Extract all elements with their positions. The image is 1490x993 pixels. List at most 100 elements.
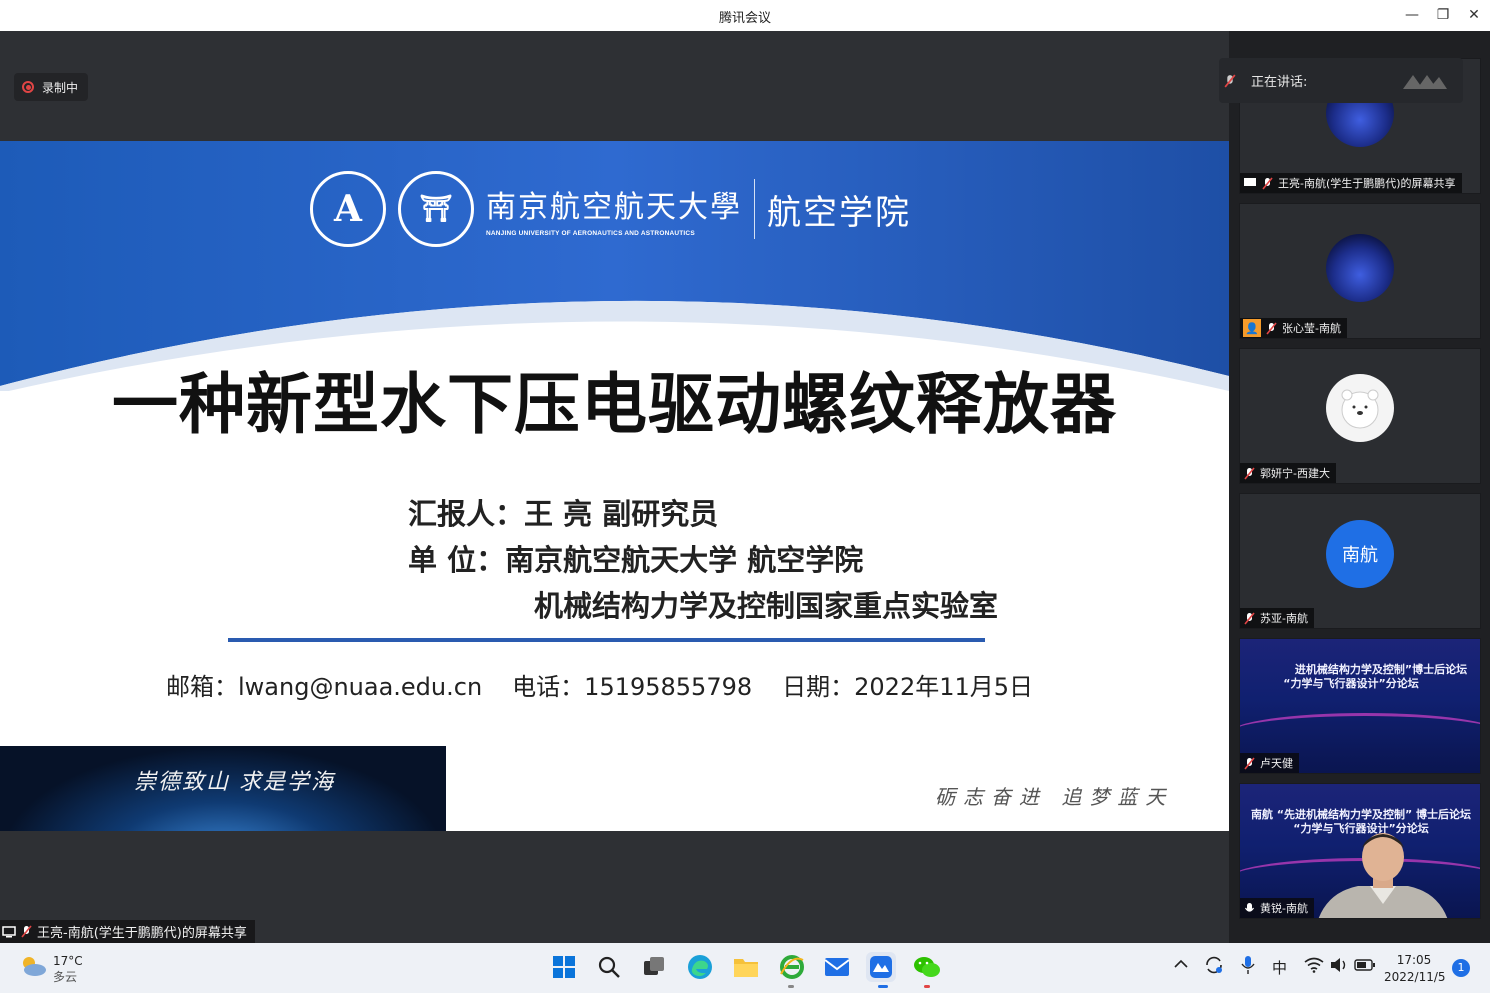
search-icon xyxy=(598,956,620,978)
participant-tile[interactable]: 南航 苏亚-南航 xyxy=(1239,493,1481,629)
text-avatar: 南航 xyxy=(1326,520,1394,588)
title-bar: 腾讯会议 — ❐ ✕ xyxy=(0,0,1490,31)
unit-line: 单 位：南京航空航天大学 航空学院 xyxy=(408,543,864,577)
participant-tile[interactable]: 南航 “先进机械结构力学及控制” 博士后论坛 “力学与飞行器设计”分论坛 黄锐-… xyxy=(1239,783,1481,919)
email-text: 邮箱：lwang@nuaa.edu.cn xyxy=(166,673,483,701)
task-view-button[interactable] xyxy=(639,952,669,982)
screen-share-label: 王亮-南航(学生于鹏鹏代)的屏幕共享 xyxy=(0,920,255,943)
chevron-up-icon xyxy=(1174,959,1188,968)
mic-off-icon xyxy=(21,925,32,938)
university-name-cn: 南京航空航天大學 xyxy=(486,189,742,225)
wechat-button[interactable] xyxy=(912,952,942,982)
poster-line: 进机械结构力学及控制”博士后论坛 xyxy=(1294,663,1468,676)
edge-button[interactable] xyxy=(685,952,715,982)
reporter-info: 汇报人：王 亮 副研究员 单 位：南京航空航天大学 航空学院 机械结构力学及控制… xyxy=(408,491,998,629)
banner-text: 崇德致山 求是学海 xyxy=(134,770,335,795)
search-button[interactable] xyxy=(594,952,624,982)
logo-divider xyxy=(754,179,755,239)
recording-indicator[interactable]: 录制中 xyxy=(14,73,89,101)
mic-off-icon xyxy=(1244,611,1255,625)
contact-info: 邮箱：lwang@nuaa.edu.cn 电话：15195855798 日期：2… xyxy=(166,667,1033,702)
poster-line: “力学与飞行器设计”分论坛 xyxy=(1283,677,1419,690)
date-text: 日期：2022年11月5日 xyxy=(782,673,1034,701)
notification-badge[interactable]: 1 xyxy=(1452,959,1470,977)
lab-line: 机械结构力学及控制国家重点实验室 xyxy=(534,589,999,623)
university-seal-icon: ⛩ xyxy=(398,171,474,247)
weather-icon[interactable] xyxy=(18,954,48,982)
ie-button[interactable] xyxy=(777,952,807,982)
weather-temp: 17°C xyxy=(53,954,83,968)
clock-date: 2022/11/5 xyxy=(1384,970,1446,984)
participant-name: 👤 张心莹-南航 xyxy=(1240,318,1347,338)
running-app-indicator xyxy=(788,985,794,988)
bear-avatar xyxy=(1326,374,1394,442)
mail-button[interactable] xyxy=(822,952,852,982)
start-button[interactable] xyxy=(549,952,579,982)
mic-icon xyxy=(1245,902,1254,912)
screen-share-icon xyxy=(1244,178,1256,186)
edge-icon xyxy=(688,955,712,979)
speaking-label: 正在讲话: xyxy=(1251,75,1308,90)
input-method-indicator[interactable]: 中 xyxy=(1272,957,1287,978)
mic-off-icon xyxy=(1266,321,1277,335)
battery-button[interactable] xyxy=(1354,958,1376,976)
wifi-icon xyxy=(1304,957,1324,973)
phone-text: 电话：15195855798 xyxy=(512,673,753,701)
minimize-button[interactable]: — xyxy=(1400,4,1424,26)
clock-time: 17:05 xyxy=(1396,953,1432,967)
poster-wave xyxy=(1240,713,1480,753)
browser-e-icon xyxy=(780,955,804,979)
weather-widget[interactable]: 17°C 多云 xyxy=(53,953,83,985)
window-title: 腾讯会议 xyxy=(718,11,771,26)
sync-icon xyxy=(1206,956,1222,974)
tencent-meeting-button[interactable] xyxy=(866,952,896,982)
mail-icon xyxy=(824,958,850,976)
participant-tile[interactable]: 郭妍宁-西建大 xyxy=(1239,348,1481,484)
screen-share-icon xyxy=(2,925,16,937)
microphone-icon xyxy=(1241,956,1255,974)
clock[interactable]: 17:05 2022/11/5 xyxy=(1384,952,1446,986)
windows-icon xyxy=(553,956,575,978)
participant-name: 王亮-南航(学生于鹏鹏代)的屏幕共享 xyxy=(1240,173,1462,193)
sync-button[interactable] xyxy=(1204,955,1224,979)
file-explorer-button[interactable] xyxy=(731,952,761,982)
restore-button[interactable]: ❐ xyxy=(1431,4,1455,26)
record-icon xyxy=(22,81,34,93)
bear-icon xyxy=(1341,389,1379,429)
shared-screen-area: 录制中 A ⛩ 南京航空航天大學 NANJING UNIVERSITY OF A… xyxy=(0,31,1229,943)
university-name: 南京航空航天大學 NANJING UNIVERSITY OF AERONAUTI… xyxy=(486,182,742,237)
participant-name: 黄锐-南航 xyxy=(1240,898,1314,918)
mic-off-icon xyxy=(1224,74,1236,87)
battery-icon xyxy=(1354,959,1375,971)
tray-overflow-button[interactable] xyxy=(1173,956,1189,976)
speaking-indicator: 正在讲话: xyxy=(1219,58,1463,103)
participant-name: 苏亚-南航 xyxy=(1240,608,1314,628)
slide-motto: 砺志奋进 追梦蓝天 xyxy=(935,785,1174,809)
presentation-slide: A ⛩ 南京航空航天大學 NANJING UNIVERSITY OF AERON… xyxy=(0,141,1229,831)
mic-off-icon xyxy=(1262,176,1273,190)
microphone-tray-button[interactable] xyxy=(1240,955,1256,979)
school-name: 航空学院 xyxy=(767,192,911,233)
running-app-indicator xyxy=(924,985,930,988)
tencent-meeting-logo-icon xyxy=(1403,74,1447,89)
volume-button[interactable] xyxy=(1329,957,1349,977)
video-thumbnail xyxy=(1326,234,1394,302)
wifi-button[interactable] xyxy=(1304,957,1324,977)
active-app-indicator xyxy=(878,985,888,988)
earth-banner: 崇德致山 求是学海 xyxy=(0,746,446,831)
slide-divider xyxy=(228,638,985,642)
participant-name: 郭妍宁-西建大 xyxy=(1240,463,1336,483)
folder-icon xyxy=(734,959,758,977)
recording-label: 录制中 xyxy=(42,80,79,95)
wechat-icon xyxy=(914,957,940,977)
slide-title: 一种新型水下压电驱动螺纹释放器 xyxy=(112,366,1117,443)
participant-tile[interactable]: 进机械结构力学及控制”博士后论坛 “力学与飞行器设计”分论坛 卢天健 xyxy=(1239,638,1481,774)
weather-desc: 多云 xyxy=(53,970,78,984)
speaker-icon xyxy=(1331,958,1346,972)
university-name-en: NANJING UNIVERSITY OF AERONAUTICS AND AS… xyxy=(486,229,695,237)
speaker-video xyxy=(1318,833,1448,918)
participant-tile[interactable]: 👤 张心莹-南航 xyxy=(1239,203,1481,339)
university-logos: A ⛩ 南京航空航天大學 NANJING UNIVERSITY OF AERON… xyxy=(310,171,911,247)
tencent-meeting-icon xyxy=(870,956,892,978)
close-button[interactable]: ✕ xyxy=(1462,4,1486,26)
